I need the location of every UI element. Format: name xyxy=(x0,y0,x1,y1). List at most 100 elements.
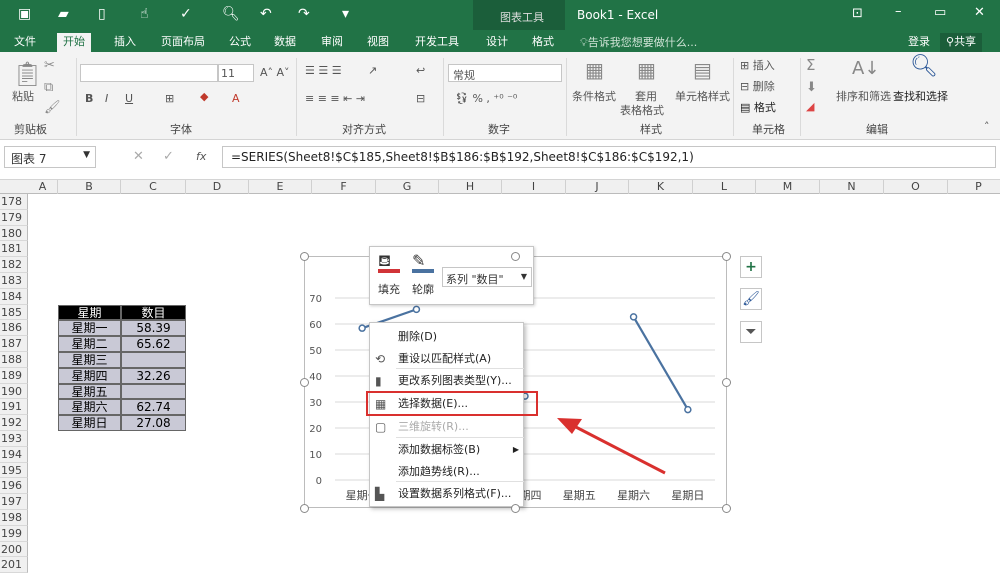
column-header[interactable]: E xyxy=(249,180,312,194)
customize-icon[interactable]: ▾ xyxy=(342,6,349,22)
column-header[interactable]: C xyxy=(121,180,186,194)
row-header[interactable]: 195 xyxy=(0,462,28,479)
table-cell[interactable]: 27.08 xyxy=(121,415,186,431)
font-size-input[interactable]: 11 xyxy=(218,64,254,82)
open-icon[interactable]: ▰ xyxy=(58,6,69,22)
format-painter-icon[interactable]: 🖌︎ xyxy=(44,100,61,115)
table-format-label[interactable]: 表格格式 xyxy=(620,102,664,118)
row-header[interactable]: 190 xyxy=(0,383,28,400)
table-cell[interactable]: 星期五 xyxy=(58,383,121,400)
tab-page-layout[interactable]: 页面布局 xyxy=(155,33,211,52)
tab-review[interactable]: 审阅 xyxy=(315,33,349,52)
underline-button[interactable]: U xyxy=(125,92,133,105)
chart-filters-button[interactable]: ⏷ xyxy=(740,321,762,343)
bold-button[interactable]: B xyxy=(85,92,93,105)
cut-icon[interactable]: ✂ xyxy=(44,58,55,73)
table-cell[interactable]: 62.74 xyxy=(121,399,186,416)
orientation-icon[interactable]: ↗ xyxy=(368,64,377,77)
resize-handle[interactable] xyxy=(722,378,731,387)
grow-font-icon[interactable]: A˄ A˅ xyxy=(260,66,290,79)
column-header[interactable]: L xyxy=(693,180,756,194)
row-header[interactable]: 198 xyxy=(0,510,28,526)
table-cell[interactable]: 32.26 xyxy=(121,367,186,384)
font-color-icon[interactable]: A xyxy=(232,92,240,105)
ribbon-display-icon[interactable]: ⊡ xyxy=(852,6,863,21)
resize-handle[interactable] xyxy=(300,504,309,513)
cell-styles-button[interactable]: 单元格样式 xyxy=(675,88,730,104)
column-header[interactable]: J xyxy=(566,180,629,194)
fill-color-icon[interactable]: ◆ xyxy=(200,90,208,103)
context-menu-item[interactable]: ▙ 设置数据系列格式(F)... xyxy=(370,483,525,505)
row-header[interactable]: 201 xyxy=(0,557,28,574)
find-select-button[interactable]: 查找和选择 xyxy=(893,88,948,104)
row-header[interactable]: 180 xyxy=(0,225,28,242)
cell-styles-icon[interactable]: ▤ xyxy=(693,58,712,82)
column-header[interactable]: G xyxy=(376,180,439,194)
maximize-icon[interactable]: ▭ xyxy=(934,5,946,20)
row-header[interactable]: 178 xyxy=(0,194,28,210)
table-cell[interactable] xyxy=(121,352,186,368)
resize-handle[interactable] xyxy=(722,504,731,513)
table-format-icon[interactable]: ▦ xyxy=(637,58,656,82)
number-icons[interactable]: 💱︎ % , ⁺⁰ ⁻⁰ xyxy=(455,92,517,105)
table-header-cell[interactable]: 数目 xyxy=(121,304,186,321)
table-cell[interactable]: 星期六 xyxy=(58,399,121,416)
outline-pen-icon[interactable]: ✎ xyxy=(412,251,425,270)
undo-icon[interactable]: ↶ xyxy=(260,6,272,22)
row-header[interactable]: 187 xyxy=(0,336,28,352)
touch-icon[interactable]: ☝ xyxy=(140,6,149,22)
fill-button[interactable]: 填充 xyxy=(378,281,400,297)
spelling-icon[interactable]: ✓ xyxy=(180,6,192,22)
conditional-format-icon[interactable]: ▦ xyxy=(585,58,604,82)
tab-formulas[interactable]: 公式 xyxy=(223,33,257,52)
tab-format[interactable]: 格式 xyxy=(526,33,560,52)
chart-elements-button[interactable]: + xyxy=(740,256,762,278)
enter-icon[interactable]: ✓ xyxy=(163,149,174,164)
table-header-cell[interactable]: 星期 xyxy=(58,304,121,321)
row-header[interactable]: 188 xyxy=(0,352,28,368)
row-header[interactable]: 182 xyxy=(0,257,28,273)
row-header[interactable]: 200 xyxy=(0,541,28,558)
delete-cells-button[interactable]: ⊟ 删除 xyxy=(740,78,775,94)
table-cell[interactable]: 星期日 xyxy=(58,415,121,431)
sign-in-link[interactable]: 登录 xyxy=(902,33,936,52)
row-header[interactable]: 193 xyxy=(0,431,28,447)
table-cell[interactable]: 星期三 xyxy=(58,352,121,368)
merge-icon[interactable]: ⊟ xyxy=(416,92,425,105)
resize-handle[interactable] xyxy=(722,252,731,261)
paste-button[interactable]: 粘贴 xyxy=(12,88,34,104)
context-menu-item[interactable]: ⟲ 重设以匹配样式(A) xyxy=(370,348,525,370)
table-cell[interactable] xyxy=(121,383,186,400)
paste-icon[interactable]: 📋︎ xyxy=(12,60,42,88)
context-menu-item[interactable]: 添加数据标签(B) ▶ xyxy=(370,439,525,461)
copy-icon[interactable]: ⧉ xyxy=(44,80,53,95)
column-header[interactable]: P xyxy=(948,180,1000,194)
resize-handle[interactable] xyxy=(300,252,309,261)
table-cell[interactable]: 星期一 xyxy=(58,320,121,337)
sort-filter-icon[interactable]: A↓ xyxy=(852,58,879,79)
cancel-icon[interactable]: ✕ xyxy=(133,149,144,164)
top-align-icon[interactable]: ☰ ☰ ☰ xyxy=(305,64,342,77)
resize-handle[interactable] xyxy=(511,504,520,513)
context-menu-item[interactable]: 删除(D) xyxy=(370,326,525,348)
italic-button[interactable]: I xyxy=(105,92,108,105)
chart-styles-button[interactable]: 🖌︎ xyxy=(740,288,762,310)
row-header[interactable]: 183 xyxy=(0,273,28,289)
fill-icon[interactable]: ⬇ xyxy=(806,80,817,95)
find-icon[interactable]: 🔍︎ xyxy=(910,54,938,79)
column-header[interactable]: B xyxy=(58,180,121,194)
tab-data[interactable]: 数据 xyxy=(268,33,302,52)
row-header[interactable]: 189 xyxy=(0,367,28,384)
tab-developer[interactable]: 开发工具 xyxy=(409,33,465,52)
insert-function-button[interactable]: fx xyxy=(196,150,206,163)
insert-cells-button[interactable]: ⊞ 插入 xyxy=(740,57,775,73)
resize-handle[interactable] xyxy=(300,378,309,387)
column-header[interactable]: M xyxy=(756,180,820,194)
close-icon[interactable]: ✕ xyxy=(974,5,985,20)
chevron-down-icon[interactable]: ▼ xyxy=(83,150,90,160)
table-cell[interactable]: 星期四 xyxy=(58,367,121,384)
series-select[interactable]: 系列 "数目" ▼ xyxy=(442,267,532,287)
column-header[interactable]: A xyxy=(28,180,58,194)
column-header[interactable]: D xyxy=(186,180,249,194)
save-icon[interactable]: ▣ xyxy=(18,6,31,22)
